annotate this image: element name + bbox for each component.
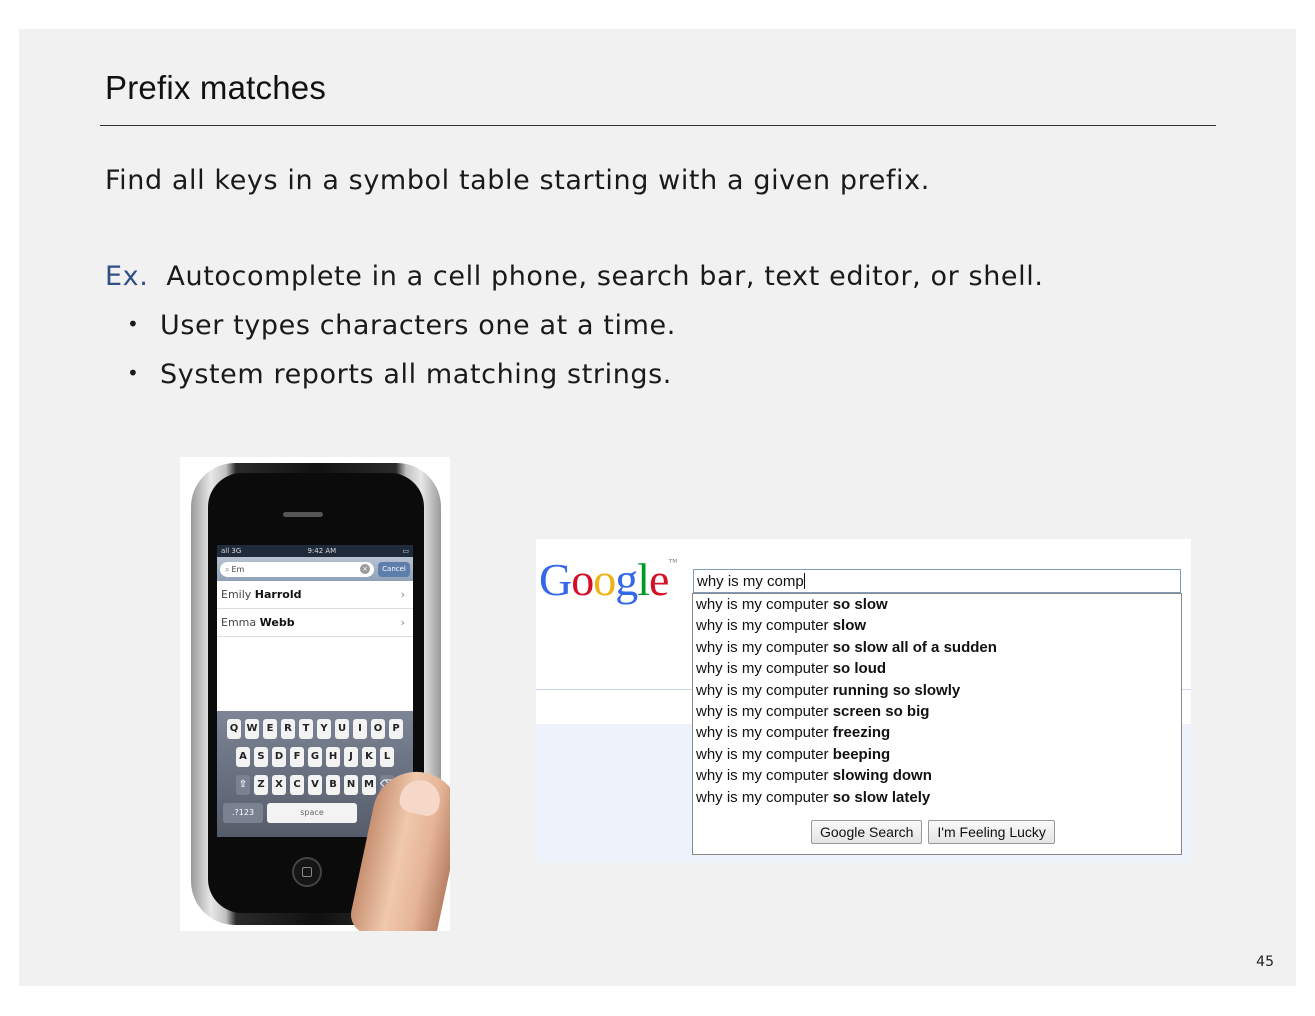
example-line: Ex. Autocomplete in a cell phone, search … xyxy=(105,261,1044,292)
suggestion-item: why is my computer slowing down xyxy=(696,767,932,785)
example-text: Autocomplete in a cell phone, search bar… xyxy=(166,261,1044,292)
keyboard-key: P xyxy=(389,719,403,739)
slide-title: Prefix matches xyxy=(105,69,327,106)
keyboard-key: F xyxy=(290,747,304,767)
keyboard-key: U xyxy=(335,719,349,739)
suggestion-item: why is my computer freezing xyxy=(696,724,891,742)
keyboard-key: X xyxy=(272,775,286,795)
suggestion-item: why is my computer screen so big xyxy=(696,702,930,720)
space-key: space xyxy=(267,803,357,823)
contact-row: Emma Webb › xyxy=(217,609,413,637)
google-logo-letter: o xyxy=(593,554,616,605)
keyboard-key: E xyxy=(263,719,277,739)
example-label: Ex. xyxy=(105,261,149,292)
chevron-right-icon: › xyxy=(400,588,405,601)
keyboard-key: S xyxy=(254,747,268,767)
keyboard-key: B xyxy=(326,775,340,795)
suggestion-item: why is my computer so loud xyxy=(696,660,887,678)
keyboard-key: C xyxy=(290,775,304,795)
phone-speaker xyxy=(283,512,323,517)
suggestion-item: why is my computer slow xyxy=(696,617,867,635)
google-autocomplete-image: Google™ why is my comp why is my compute… xyxy=(536,539,1191,863)
feeling-lucky-button: I'm Feeling Lucky xyxy=(928,820,1055,844)
shift-key-icon: ⇧ xyxy=(236,775,250,795)
keyboard-key: A xyxy=(236,747,250,767)
keyboard-key: D xyxy=(272,747,286,767)
google-logo-letter: e xyxy=(649,554,669,605)
keyboard-key: W xyxy=(245,719,259,739)
google-search-input: why is my comp xyxy=(693,569,1181,593)
phone-search-text: Em xyxy=(231,564,245,574)
keyboard-key: M xyxy=(362,775,376,795)
home-button-icon xyxy=(292,857,322,887)
keyboard-key: R xyxy=(281,719,295,739)
definition-text: Find all keys in a symbol table starting… xyxy=(105,165,930,196)
slide: Prefix matches Find all keys in a symbol… xyxy=(19,29,1296,986)
page-number: 45 xyxy=(1256,954,1274,970)
keyboard-row: ASDFGHJKL xyxy=(217,747,413,767)
bullet-icon: • xyxy=(127,361,140,385)
google-logo-letter: l xyxy=(637,554,650,605)
chevron-right-icon: › xyxy=(400,616,405,629)
suggestion-item: why is my computer running so slowly xyxy=(696,681,961,699)
battery-icon: ▭ xyxy=(402,547,409,555)
contact-row: Emily Harrold › xyxy=(217,581,413,609)
clear-icon: × xyxy=(360,563,370,574)
google-logo-letter: o xyxy=(571,554,594,605)
title-divider xyxy=(100,125,1216,126)
keyboard-key: T xyxy=(299,719,313,739)
suggestion-item: why is my computer beeping xyxy=(696,745,891,763)
keyboard-key: K xyxy=(362,747,376,767)
keyboard-key: J xyxy=(344,747,358,767)
keyboard-key: Y xyxy=(317,719,331,739)
suggestion-item: why is my computer so slow xyxy=(696,596,888,613)
search-icon: ⌕ xyxy=(225,564,230,574)
phone-status-bar: all 3G 9:42 AM ▭ xyxy=(217,545,413,557)
keyboard-key: G xyxy=(308,747,322,767)
keyboard-key: O xyxy=(371,719,385,739)
keyboard-key: V xyxy=(308,775,322,795)
status-time: 9:42 AM xyxy=(307,547,337,555)
iphone-image: all 3G 9:42 AM ▭ ⌕ Em × Cancel Emily Harr… xyxy=(180,457,450,931)
google-logo-letter: g xyxy=(615,554,638,605)
keyboard-key: L xyxy=(380,747,394,767)
keyboard-key: I xyxy=(353,719,367,739)
suggestion-dropdown: why is my computer so slow why is my comp… xyxy=(692,593,1182,855)
signal-indicator: all 3G xyxy=(221,547,242,555)
numbers-key: .?123 xyxy=(223,803,263,823)
bullet-text: User types characters one at a time. xyxy=(160,310,676,341)
phone-search-field: ⌕ Em × xyxy=(220,561,374,577)
suggestion-item: why is my computer so slow all of a sudd… xyxy=(696,638,997,656)
suggestion-item: why is my computer so slow lately xyxy=(696,788,931,806)
bullet-item: • System reports all matching strings. xyxy=(127,359,672,390)
keyboard-key: N xyxy=(344,775,358,795)
google-logo-letter: G xyxy=(539,554,572,605)
keyboard-key: Z xyxy=(254,775,268,795)
google-search-button: Google Search xyxy=(811,820,923,844)
keyboard-key: H xyxy=(326,747,340,767)
bullet-icon: • xyxy=(127,312,140,336)
keyboard-row: QWERTYUIOP xyxy=(217,719,413,739)
text-caret xyxy=(803,573,805,589)
phone-cancel-button: Cancel xyxy=(378,561,410,577)
bullet-text: System reports all matching strings. xyxy=(160,359,672,390)
phone-search-bar: ⌕ Em × Cancel xyxy=(217,557,413,581)
google-logo: Google™ xyxy=(539,554,677,605)
keyboard-key: Q xyxy=(227,719,241,739)
bullet-item: • User types characters one at a time. xyxy=(127,310,676,341)
